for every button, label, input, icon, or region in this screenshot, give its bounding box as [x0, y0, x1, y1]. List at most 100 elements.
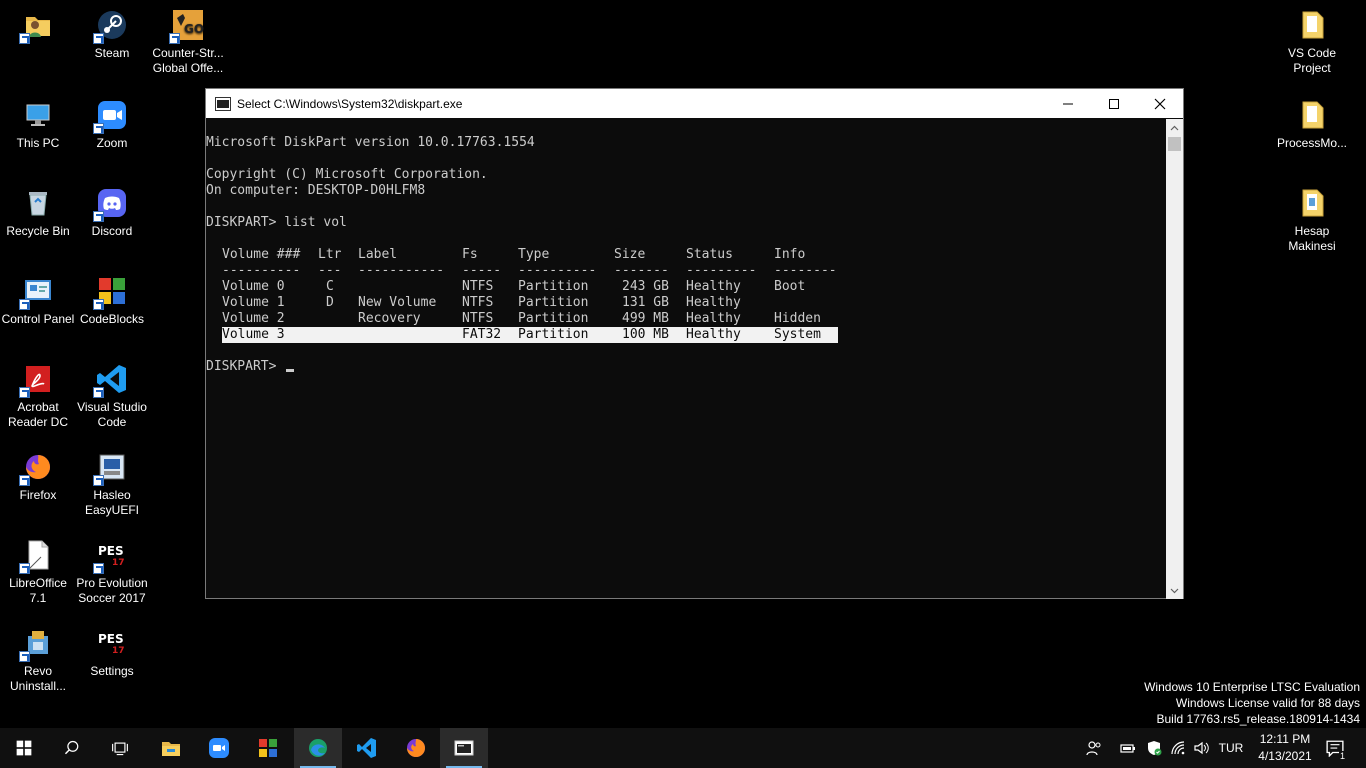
console-app-icon [215, 96, 231, 111]
command-line: DISKPART> list vol [206, 215, 347, 230]
tray-network[interactable] [1167, 728, 1189, 768]
battery-icon [1120, 744, 1135, 753]
task-view-icon [112, 742, 128, 756]
tray-volume[interactable] [1190, 728, 1212, 768]
desktop-icon-vscode[interactable]: Visual Studio Code [74, 362, 150, 430]
cell-fs: NTFS [462, 295, 494, 310]
desktop-icon-hesap-makinesi[interactable]: Hesap Makinesi [1274, 186, 1350, 254]
desktop-icon-codeblocks[interactable]: CodeBlocks [74, 274, 150, 327]
window-title: Select C:\Windows\System32\diskpart.exe [237, 96, 463, 111]
desktop-icon-steam[interactable]: Steam [74, 8, 150, 61]
svg-text:17: 17 [112, 558, 125, 568]
copyright-line: Copyright (C) Microsoft Corporation. [206, 167, 488, 182]
cell-status: Healthy [686, 327, 741, 342]
start-button[interactable] [0, 728, 48, 768]
scroll-up-arrow-icon[interactable] [1166, 119, 1183, 136]
taskbar-vscode[interactable] [343, 728, 391, 768]
taskbar-edge[interactable] [294, 728, 342, 768]
separator: ------- [614, 263, 669, 278]
desktop-icon-acrobat[interactable]: Acrobat Reader DC [0, 362, 76, 430]
version-line: Microsoft DiskPart version 10.0.17763.15… [206, 135, 535, 150]
cell-type: Partition [518, 311, 589, 326]
cell-status: Healthy [686, 279, 741, 294]
table-header-row: Volume ### Ltr Label Fs Type Size Status… [206, 247, 1167, 263]
cell-label: Recovery [358, 311, 421, 326]
desktop-icon-easyuefi[interactable]: Hasleo EasyUEFI [74, 450, 150, 518]
scroll-down-arrow-icon[interactable] [1166, 582, 1183, 599]
taskbar-file-explorer[interactable] [147, 728, 195, 768]
desktop-icon-label: Revo Uninstall... [9, 664, 67, 693]
desktop-icon-label: Acrobat Reader DC [7, 400, 69, 429]
zoom-icon [93, 98, 129, 134]
vscode-icon [357, 738, 376, 758]
separator: ---------- [518, 263, 597, 278]
desktop-icon-recycle-bin[interactable]: Recycle Bin [0, 186, 76, 239]
desktop-icon-discord[interactable]: Discord [74, 186, 150, 239]
separator: ---------- [222, 263, 301, 278]
search-icon [64, 740, 79, 755]
desktop-icon-processmonitor[interactable]: ProcessMo... [1274, 98, 1350, 151]
close-button[interactable] [1137, 89, 1183, 118]
desktop-icon-libreoffice[interactable]: LibreOffice 7.1 [0, 538, 76, 606]
window-titlebar[interactable]: Select C:\Windows\System32\diskpart.exe [206, 89, 1183, 118]
pes-icon: PES 17 [93, 538, 129, 574]
separator: --------- [686, 263, 757, 278]
taskbar-firefox[interactable] [392, 728, 440, 768]
file-explorer-icon [162, 742, 180, 756]
desktop-icon-vs-code-project[interactable]: VS Code Project [1274, 8, 1350, 76]
defender-shield-icon [1148, 741, 1162, 756]
task-view-button[interactable] [96, 728, 144, 768]
text-cursor [286, 369, 295, 372]
cell-ltr: D [326, 295, 334, 310]
desktop-icon-label: CodeBlocks [79, 312, 145, 326]
svg-text:PES: PES [98, 544, 124, 558]
tray-security[interactable] [1142, 728, 1166, 768]
desktop-icon-this-pc[interactable]: This PC [0, 98, 76, 151]
watermark-line: Windows License valid for 88 days [1175, 696, 1360, 710]
desktop-icon-csgo[interactable]: GO Counter-Str... Global Offe... [150, 8, 226, 76]
maximize-button[interactable] [1091, 89, 1137, 118]
desktop-icon-user-folder[interactable] [0, 8, 76, 46]
desktop-icon-pes[interactable]: PES 17 Pro Evolution Soccer 2017 [74, 538, 150, 606]
libreoffice-icon [19, 538, 55, 574]
taskbar-codeblocks[interactable] [244, 728, 292, 768]
cell-status: Healthy [686, 295, 741, 310]
header-size: Size [614, 247, 646, 262]
header-label: Label [358, 247, 398, 262]
svg-text:17: 17 [112, 646, 125, 656]
separator: -------- [774, 263, 837, 278]
control-panel-icon [19, 274, 55, 310]
cell-fs: FAT32 [462, 327, 502, 342]
table-separator-row: ---------- --- ----------- ----- -------… [206, 263, 1167, 279]
desktop-icon-revo[interactable]: Revo Uninstall... [0, 626, 76, 694]
desktop-icon-control-panel[interactable]: Control Panel [0, 274, 76, 327]
scrollbar-thumb[interactable] [1168, 137, 1181, 151]
tray-people-button[interactable] [1080, 728, 1108, 768]
desktop-icon-zoom[interactable]: Zoom [74, 98, 150, 151]
desktop-icon-firefox[interactable]: Firefox [0, 450, 76, 503]
desktop-icon-settings[interactable]: PES 17 Settings [74, 626, 150, 679]
tray-language[interactable]: TUR [1214, 728, 1248, 768]
desktop-icon-label: This PC [16, 136, 60, 150]
desktop-icon-label: Steam [94, 46, 130, 60]
table-row: Volume 1 D New Volume NTFS Partition 131… [206, 295, 1167, 311]
cell-size: 131 GB [622, 295, 669, 310]
tray-clock[interactable]: 12:11 PM 4/13/2021 [1252, 728, 1318, 768]
taskbar-zoom[interactable] [195, 728, 243, 768]
windows-logo-icon [16, 740, 32, 756]
desktop-icon-label: Pro Evolution Soccer 2017 [76, 576, 148, 605]
discord-icon [93, 186, 129, 222]
taskbar-diskpart-console[interactable] [440, 728, 488, 768]
search-button[interactable] [48, 728, 96, 768]
vertical-scrollbar[interactable] [1166, 119, 1183, 599]
desktop-icon-label: Counter-Str... Global Offe... [152, 46, 224, 75]
revo-icon [19, 626, 55, 662]
tray-battery[interactable] [1116, 728, 1140, 768]
speaker-icon [1194, 741, 1209, 755]
console-output[interactable]: Microsoft DiskPart version 10.0.17763.15… [206, 119, 1167, 599]
diskpart-console-window[interactable]: Select C:\Windows\System32\diskpart.exe … [205, 88, 1184, 599]
cell-size: 100 MB [622, 327, 669, 342]
prompt-line[interactable]: DISKPART> [206, 359, 1167, 375]
action-center-button[interactable]: 1 [1318, 728, 1352, 768]
minimize-button[interactable] [1045, 89, 1091, 118]
